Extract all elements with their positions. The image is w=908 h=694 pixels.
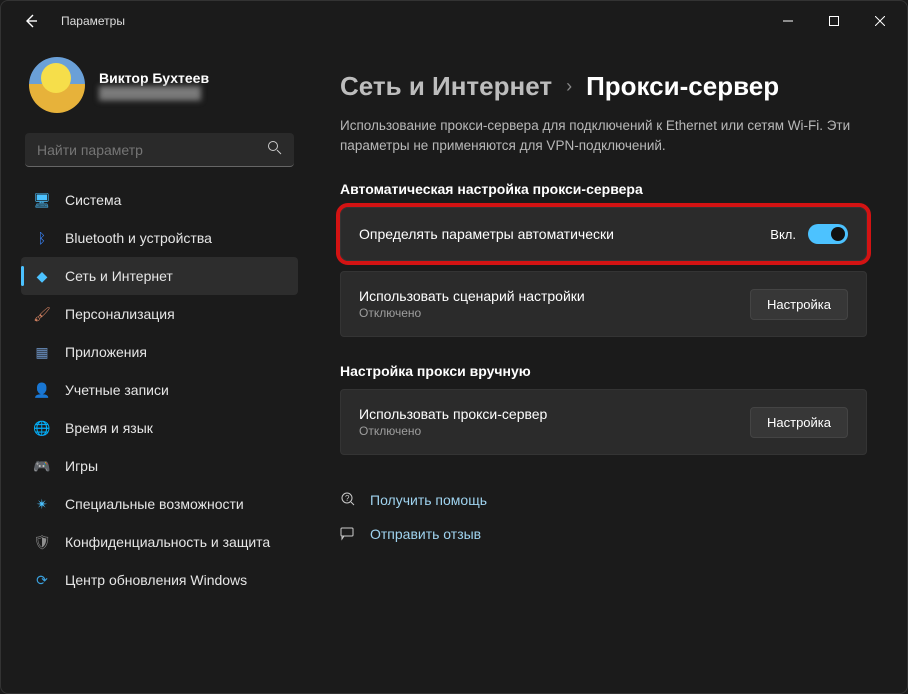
page-description: Использование прокси-сервера для подключ… xyxy=(340,116,860,155)
setup-script-label: Использовать сценарий настройки xyxy=(359,288,750,304)
content-area: Сеть и Интернет › Прокси-сервер Использо… xyxy=(306,41,907,693)
a11y-icon: ✴ xyxy=(33,495,51,513)
account-icon: 👤 xyxy=(33,381,51,399)
close-button[interactable] xyxy=(857,5,903,37)
privacy-icon: 🛡 xyxy=(33,533,51,551)
profile-name: Виктор Бухтеев xyxy=(99,70,209,86)
sidebar-item-5[interactable]: 👤 Учетные записи xyxy=(21,371,298,409)
sidebar-item-8[interactable]: ✴ Специальные возможности xyxy=(21,485,298,523)
feedback-icon xyxy=(340,525,356,544)
sidebar-item-9[interactable]: 🛡 Конфиденциальность и защита xyxy=(21,523,298,561)
sidebar-item-label: Сеть и Интернет xyxy=(65,268,173,284)
setup-script-button[interactable]: Настройка xyxy=(750,289,848,320)
sidebar-item-4[interactable]: ▦ Приложения xyxy=(21,333,298,371)
section-auto-title: Автоматическая настройка прокси-сервера xyxy=(340,181,867,197)
breadcrumb-parent[interactable]: Сеть и Интернет xyxy=(340,71,552,102)
system-icon: 🖥 xyxy=(33,191,51,209)
search-icon xyxy=(267,140,282,160)
update-icon: ⟳ xyxy=(33,571,51,589)
sidebar: Виктор Бухтеев ████████████ 🖥 Система ᛒ Blu… xyxy=(1,41,306,693)
get-help-label: Получить помощь xyxy=(370,492,487,508)
search-box[interactable] xyxy=(25,133,294,167)
sidebar-item-label: Приложения xyxy=(65,344,147,360)
sidebar-item-label: Специальные возможности xyxy=(65,496,244,512)
bluetooth-icon: ᛒ xyxy=(33,229,51,247)
window-title: Параметры xyxy=(61,14,125,28)
page-title: Прокси-сервер xyxy=(586,71,779,102)
manual-proxy-label: Использовать прокси-сервер xyxy=(359,406,750,422)
chevron-right-icon: › xyxy=(566,76,572,97)
apps-icon: ▦ xyxy=(33,343,51,361)
manual-proxy-button[interactable]: Настройка xyxy=(750,407,848,438)
feedback-link[interactable]: Отправить отзыв xyxy=(340,517,867,551)
sidebar-item-label: Персонализация xyxy=(65,306,175,322)
section-manual-title: Настройка прокси вручную xyxy=(340,363,867,379)
sidebar-item-1[interactable]: ᛒ Bluetooth и устройства xyxy=(21,219,298,257)
manual-proxy-row: Использовать прокси-сервер Отключено Нас… xyxy=(340,389,867,455)
profile-email: ████████████ xyxy=(99,86,209,100)
titlebar: Параметры xyxy=(1,1,907,41)
games-icon: 🎮 xyxy=(33,457,51,475)
nav-list: 🖥 Система ᛒ Bluetooth и устройства ◆ Сеть и И… xyxy=(21,181,298,599)
time-icon: 🌐 xyxy=(33,419,51,437)
setup-script-state: Отключено xyxy=(359,306,750,320)
avatar xyxy=(29,57,85,113)
sidebar-item-2[interactable]: ◆ Сеть и Интернет xyxy=(21,257,298,295)
sidebar-item-10[interactable]: ⟳ Центр обновления Windows xyxy=(21,561,298,599)
get-help-link[interactable]: ? Получить помощь xyxy=(340,483,867,517)
svg-text:?: ? xyxy=(345,494,350,503)
sidebar-item-0[interactable]: 🖥 Система xyxy=(21,181,298,219)
sidebar-item-label: Учетные записи xyxy=(65,382,169,398)
help-icon: ? xyxy=(340,491,356,510)
auto-detect-state: Вкл. xyxy=(770,227,796,242)
sidebar-item-label: Bluetooth и устройства xyxy=(65,230,212,246)
auto-detect-label: Определять параметры автоматически xyxy=(359,226,770,242)
sidebar-item-label: Время и язык xyxy=(65,420,153,436)
brush-icon: 🖌 xyxy=(33,305,51,323)
sidebar-item-6[interactable]: 🌐 Время и язык xyxy=(21,409,298,447)
maximize-button[interactable] xyxy=(811,5,857,37)
manual-proxy-state: Отключено xyxy=(359,424,750,438)
sidebar-item-label: Игры xyxy=(65,458,98,474)
sidebar-item-label: Центр обновления Windows xyxy=(65,572,247,588)
setup-script-row: Использовать сценарий настройки Отключен… xyxy=(340,271,867,337)
sidebar-item-3[interactable]: 🖌 Персонализация xyxy=(21,295,298,333)
auto-detect-row: Определять параметры автоматически Вкл. xyxy=(340,207,867,261)
sidebar-item-label: Конфиденциальность и защита xyxy=(65,534,270,550)
breadcrumb: Сеть и Интернет › Прокси-сервер xyxy=(340,71,867,102)
sidebar-item-7[interactable]: 🎮 Игры xyxy=(21,447,298,485)
sidebar-item-label: Система xyxy=(65,192,121,208)
search-input[interactable] xyxy=(37,142,267,158)
feedback-label: Отправить отзыв xyxy=(370,526,481,542)
minimize-button[interactable] xyxy=(765,5,811,37)
profile-block[interactable]: Виктор Бухтеев ████████████ xyxy=(21,49,298,129)
back-button[interactable] xyxy=(13,3,49,39)
auto-detect-toggle[interactable] xyxy=(808,224,848,244)
wifi-icon: ◆ xyxy=(33,267,51,285)
